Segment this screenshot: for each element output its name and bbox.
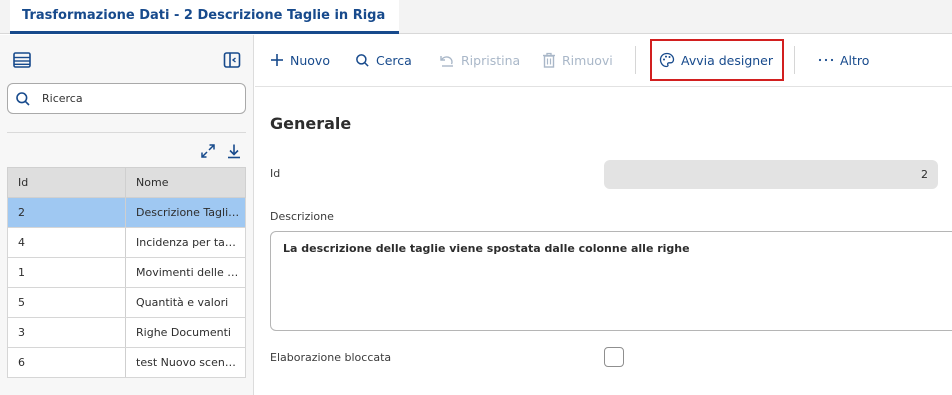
id-label: Id (270, 167, 281, 180)
descrizione-label: Descrizione (270, 210, 334, 223)
cell-id: 1 (8, 258, 127, 287)
table-row[interactable]: 2 Descrizione Taglie in Riga (7, 198, 246, 228)
altro-button[interactable]: Altro (818, 48, 869, 72)
expand-icon[interactable] (196, 139, 220, 163)
action-toolbar: Nuovo Cerca Ripristina Rimuovi Avvia des… (255, 35, 952, 87)
cell-nome: test Nuovo scenario (136, 356, 241, 369)
tab-strip: Trasformazione Dati - 2 Descrizione Tagl… (0, 0, 952, 34)
column-header-id[interactable]: Id (8, 168, 127, 197)
left-panel: Id Nome 2 Descrizione Taglie in Riga 4 I… (0, 35, 254, 395)
collapse-panel-icon[interactable] (220, 48, 244, 72)
list-view-icon[interactable] (10, 48, 34, 72)
divider (7, 132, 246, 133)
descrizione-field[interactable]: La descrizione delle taglie viene sposta… (270, 231, 952, 331)
cell-id: 6 (8, 348, 127, 377)
cell-id: 4 (8, 228, 127, 257)
column-header-nome[interactable]: Nome (126, 168, 245, 197)
cell-nome: Quantità e valori (136, 296, 229, 309)
section-title: Generale (270, 114, 352, 133)
grid-header: Id Nome (7, 167, 246, 198)
search-box[interactable] (7, 83, 246, 114)
nuovo-button[interactable]: Nuovo (270, 48, 330, 72)
table-row[interactable]: 3 Righe Documenti (7, 318, 246, 348)
tab-title: Trasformazione Dati - 2 Descrizione Tagl… (22, 8, 386, 23)
trash-icon (542, 52, 556, 68)
cell-nome: Incidenza per taglia (136, 236, 241, 249)
rimuovi-label: Rimuovi (562, 52, 613, 68)
cell-nome: Descrizione Taglie in Riga (136, 206, 240, 219)
main-panel: Nuovo Cerca Ripristina Rimuovi Avvia des… (255, 35, 952, 395)
rimuovi-button[interactable]: Rimuovi (542, 48, 613, 72)
table-row[interactable]: 5 Quantità e valori (7, 288, 246, 318)
search-icon (8, 91, 38, 107)
table-row[interactable]: 6 test Nuovo scenario (7, 348, 246, 378)
cell-id: 2 (8, 198, 127, 227)
cell-id: 5 (8, 288, 127, 317)
altro-label: Altro (840, 52, 870, 68)
table-row[interactable]: 1 Movimenti delle taglie (7, 258, 246, 288)
cell-id: 3 (8, 318, 127, 347)
search-input[interactable] (42, 92, 232, 105)
tab-trasformazione-dati[interactable]: Trasformazione Dati - 2 Descrizione Tagl… (10, 0, 400, 34)
nuovo-label: Nuovo (290, 52, 330, 68)
more-icon (818, 57, 834, 63)
id-field: 2 (604, 160, 938, 189)
download-icon[interactable] (222, 139, 246, 163)
search-icon (355, 53, 370, 68)
cerca-label: Cerca (376, 52, 412, 68)
elaborazione-bloccata-label: Elaborazione bloccata (270, 351, 392, 364)
left-panel-toolbar (0, 35, 254, 83)
cell-nome: Movimenti delle taglie (136, 266, 240, 279)
toolbar-divider (794, 46, 795, 74)
undo-icon (439, 53, 455, 68)
cerca-button[interactable]: Cerca (355, 48, 412, 72)
cell-nome: Righe Documenti (136, 326, 231, 339)
elaborazione-bloccata-checkbox[interactable] (604, 347, 624, 367)
highlight-box (650, 39, 784, 81)
toolbar-divider (635, 46, 636, 74)
plus-icon (270, 53, 284, 67)
ripristina-button[interactable]: Ripristina (439, 48, 520, 72)
ripristina-label: Ripristina (461, 52, 521, 68)
records-grid: Id Nome 2 Descrizione Taglie in Riga 4 I… (7, 167, 246, 378)
table-row[interactable]: 4 Incidenza per taglia (7, 228, 246, 258)
